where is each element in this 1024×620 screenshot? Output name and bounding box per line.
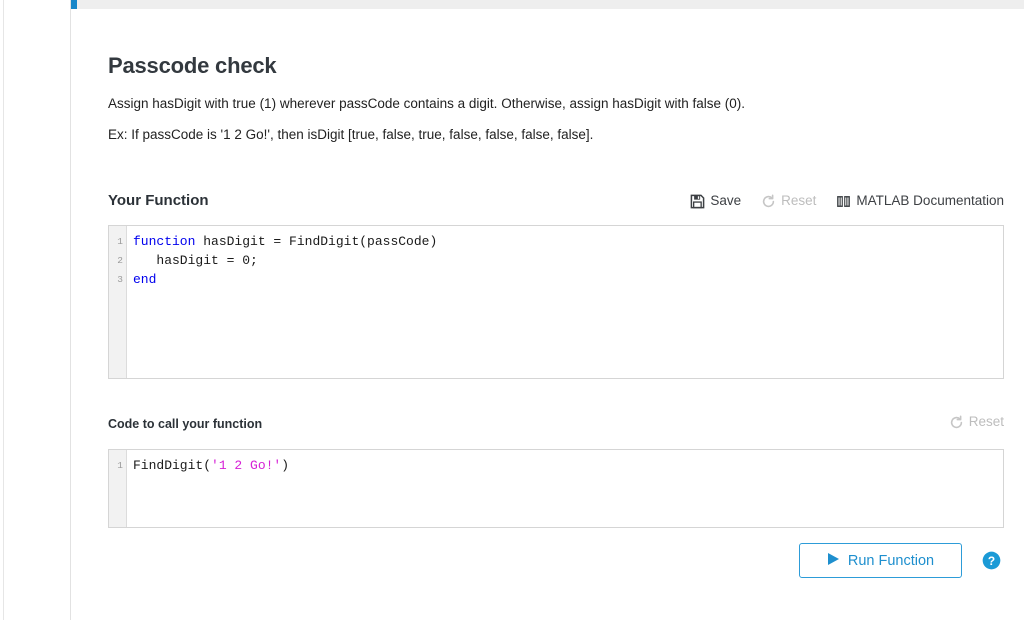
call-code-header: Code to call your function Reset: [108, 411, 1004, 433]
page-outer-rail: [3, 0, 4, 620]
svg-text:?: ?: [988, 554, 995, 568]
reset-function-label: Reset: [781, 193, 817, 208]
call-code-editor[interactable]: 1 FindDigit('1 2 Go!'): [108, 449, 1004, 528]
call-editor-text[interactable]: FindDigit('1 2 Go!'): [127, 450, 1003, 527]
top-progress-marker: [71, 0, 77, 9]
function-code-editor[interactable]: 1 2 3 function hasDigit = FindDigit(pass…: [108, 225, 1004, 379]
reset-call-code-label: Reset: [968, 414, 1004, 429]
code-line: end: [133, 272, 157, 287]
save-floppy-icon: [690, 194, 705, 209]
call-editor-gutter: 1: [109, 450, 127, 527]
line-number: 3: [117, 274, 123, 285]
run-function-label: Run Function: [847, 552, 935, 569]
reset-function-button[interactable]: Reset: [752, 190, 827, 212]
function-editor-text[interactable]: function hasDigit = FindDigit(passCode) …: [127, 226, 1003, 378]
call-code-title: Code to call your function: [108, 417, 263, 431]
run-function-button[interactable]: Run Function: [799, 543, 962, 578]
function-editor-gutter: 1 2 3: [109, 226, 127, 378]
code-line: FindDigit('1 2 Go!'): [133, 458, 290, 473]
problem-example: Ex: If passCode is '1 2 Go!', then isDig…: [108, 127, 594, 142]
line-number: 1: [117, 460, 123, 471]
run-action-row: Run Function ?: [108, 543, 1004, 578]
your-function-title: Your Function: [108, 192, 209, 209]
refresh-circular-arrow-icon: [949, 415, 964, 430]
save-button[interactable]: Save: [690, 190, 752, 212]
problem-description: Assign hasDigit with true (1) wherever p…: [108, 96, 746, 111]
your-function-header: Your Function Save Reset MATLAB Document…: [108, 190, 1004, 212]
matlab-documentation-label: MATLAB Documentation: [856, 193, 1004, 208]
save-label: Save: [710, 193, 742, 208]
line-number: 2: [117, 255, 123, 266]
play-triangle-icon: [827, 552, 840, 570]
code-line: hasDigit = 0;: [133, 253, 258, 268]
reset-call-code-button[interactable]: Reset: [949, 411, 1004, 433]
page-title: Passcode check: [108, 53, 277, 78]
page-inner-rail: [70, 0, 71, 620]
matlab-documentation-button[interactable]: MATLAB Documentation: [827, 190, 1004, 212]
top-progress-bar: [71, 0, 1024, 9]
code-line: function hasDigit = FindDigit(passCode): [133, 234, 438, 249]
open-book-icon: [836, 194, 851, 209]
editor-toolbar: Save Reset MATLAB Documentation: [690, 190, 1004, 212]
refresh-circular-arrow-icon: [761, 194, 776, 209]
line-number: 1: [117, 236, 123, 247]
question-mark-circle-icon[interactable]: ?: [982, 551, 1001, 570]
call-code-toolbar: Reset: [949, 411, 1004, 433]
